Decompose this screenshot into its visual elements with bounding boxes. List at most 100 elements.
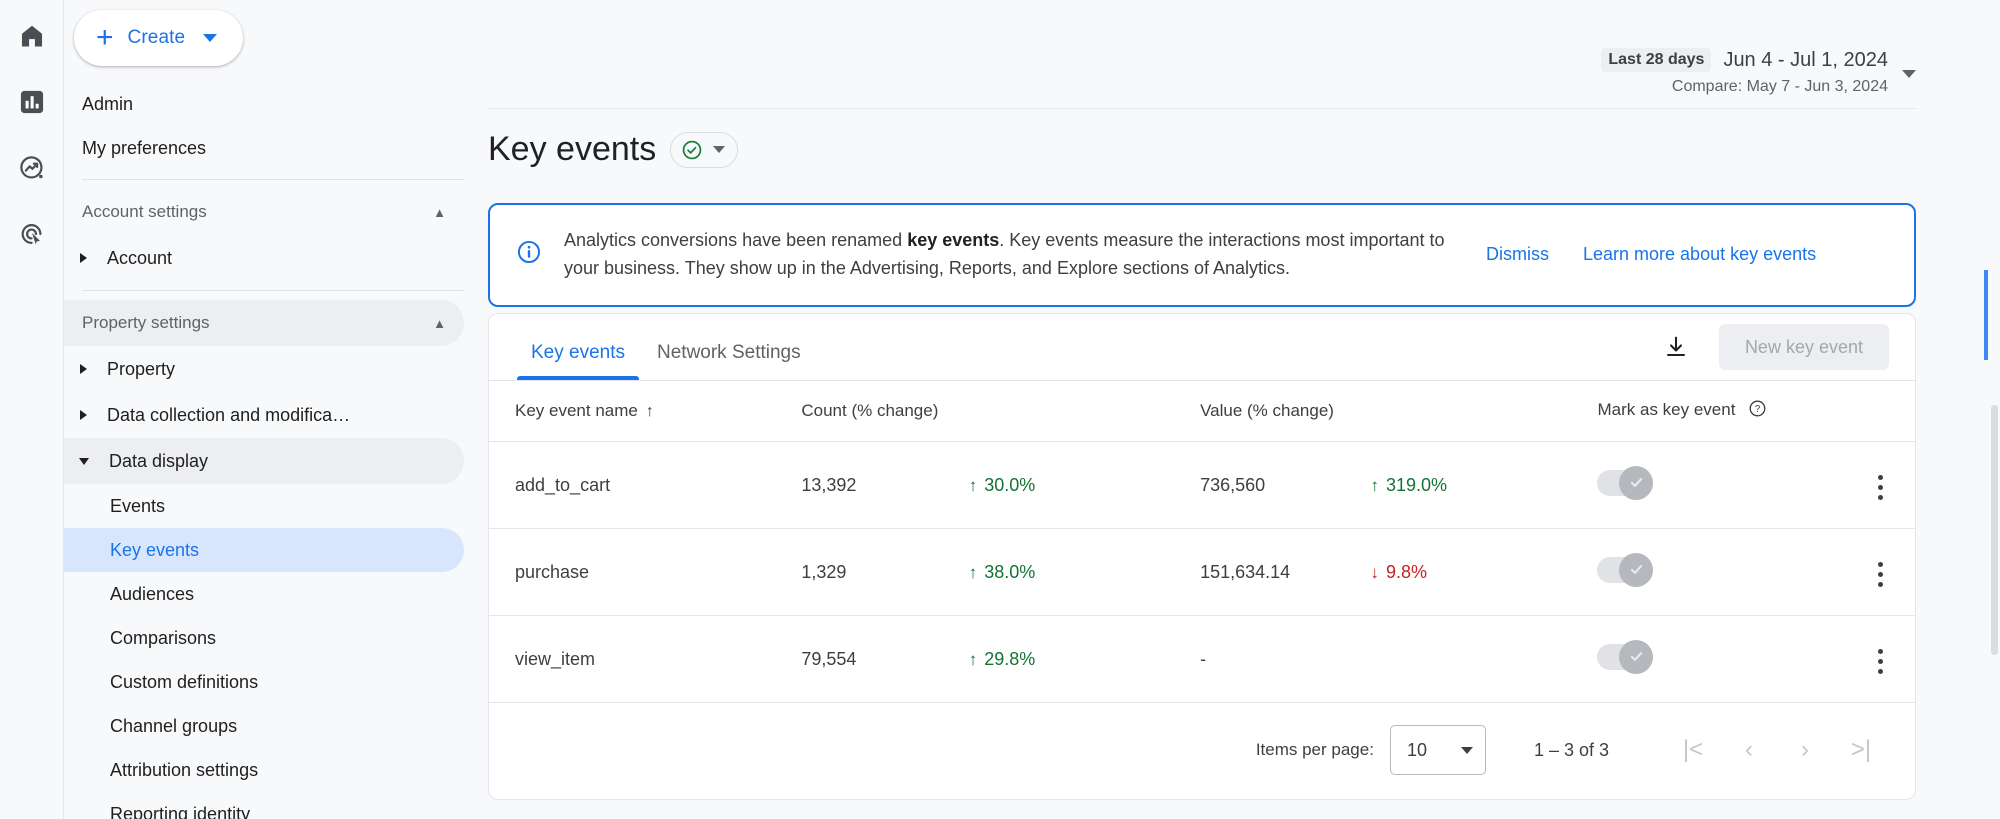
- sidebar-item-my-preferences[interactable]: My preferences: [64, 126, 464, 170]
- table-body: add_to_cart 13,392 ↑ 30.0% 736,560 ↑ 319…: [489, 441, 1915, 703]
- table-paginator: Items per page: 10 1 – 3 of 3 |< ‹ › >|: [489, 703, 1915, 799]
- sidebar-item-key-events-label: Key events: [110, 539, 200, 560]
- table-row[interactable]: view_item 79,554 ↑ 29.8% -: [489, 615, 1915, 703]
- sidebar-subitem-property-label: Property: [107, 358, 176, 379]
- mark-as-key-event-toggle[interactable]: [1597, 465, 1654, 500]
- next-page-button[interactable]: ›: [1777, 727, 1833, 773]
- explore-icon[interactable]: [12, 148, 52, 188]
- table-row[interactable]: add_to_cart 13,392 ↑ 30.0% 736,560 ↑ 319…: [489, 441, 1915, 529]
- new-key-event-button[interactable]: New key event: [1718, 324, 1889, 370]
- mark-as-key-event-toggle[interactable]: [1597, 552, 1654, 587]
- tab-key-events[interactable]: Key events: [515, 314, 641, 380]
- items-per-page-value: 10: [1406, 739, 1427, 760]
- row-more-options-icon[interactable]: [1872, 556, 1889, 593]
- triangle-down-icon: [79, 457, 89, 465]
- sidebar-item-events[interactable]: Events: [64, 484, 464, 528]
- delta-value: 29.8%: [984, 648, 1036, 669]
- delta-down: ↓ 9.8%: [1370, 562, 1427, 583]
- banner-text-bold: key events: [907, 230, 1000, 250]
- sort-ascending-icon: ↑: [645, 403, 654, 420]
- column-header-key-event-name[interactable]: Key event name ↑: [489, 381, 802, 442]
- tab-network-settings[interactable]: Network Settings: [641, 314, 817, 380]
- triangle-right-icon: [80, 253, 87, 263]
- check-circle-icon: [682, 140, 702, 159]
- column-header-value[interactable]: Value (% change): [1200, 381, 1598, 442]
- info-banner-text: Analytics conversions have been renamed …: [564, 227, 1464, 283]
- cell-count-change: ↑ 30.0%: [968, 441, 1201, 529]
- sidebar-item-comparisons[interactable]: Comparisons: [64, 616, 464, 660]
- delta-up: ↑ 29.8%: [969, 649, 1036, 670]
- sidebar-item-reporting-identity-label: Reporting identity: [110, 803, 251, 819]
- cell-count: 79,554: [801, 615, 969, 703]
- dismiss-button[interactable]: Dismiss: [1486, 244, 1549, 265]
- sidebar-subitem-data-display[interactable]: Data display: [64, 438, 464, 484]
- sidebar-item-attribution-settings[interactable]: Attribution settings: [64, 748, 464, 792]
- key-events-card: Key events Network Settings New key even…: [488, 313, 1916, 800]
- main-content: Last 28 days Jun 4 - Jul 1, 2024 Compare…: [488, 0, 2000, 819]
- key-event-status-badge[interactable]: [670, 131, 739, 168]
- create-button-wrap: + Create: [64, 0, 488, 82]
- banner-text-before: Analytics conversions have been renamed: [564, 230, 908, 250]
- arrow-up-icon: ↑: [968, 649, 978, 669]
- card-toolbar-actions: New key event: [1655, 324, 1889, 380]
- admin-sidebar: + Create Admin My preferences Account se…: [64, 0, 488, 819]
- delta-value: 30.0%: [984, 474, 1036, 495]
- mark-as-key-event-toggle[interactable]: [1597, 639, 1654, 674]
- sidebar-item-custom-definitions[interactable]: Custom definitions: [64, 660, 464, 704]
- column-header-actions: [1838, 381, 1915, 442]
- key-events-table: Key event name ↑ Count (% change) Value (…: [489, 381, 1915, 703]
- chevron-down-icon: [203, 34, 218, 42]
- download-icon[interactable]: [1655, 326, 1697, 368]
- chevron-down-icon: [1460, 746, 1473, 754]
- date-range-compare: Compare: May 7 - Jun 3, 2024: [1671, 78, 1888, 95]
- arrow-up-icon: ↑: [1370, 475, 1379, 495]
- card-toolbar: Key events Network Settings New key even…: [489, 314, 1915, 380]
- row-more-options-icon[interactable]: [1872, 643, 1889, 680]
- sidebar-subitem-property[interactable]: Property: [64, 346, 464, 392]
- arrow-up-icon: ↑: [968, 562, 978, 582]
- header-divider: [488, 108, 1916, 109]
- sidebar-item-admin[interactable]: Admin: [64, 82, 464, 126]
- previous-page-button[interactable]: ‹: [1721, 727, 1777, 773]
- column-header-count[interactable]: Count (% change): [801, 381, 1201, 442]
- cell-mark-toggle: [1597, 441, 1839, 529]
- page-scrollbar[interactable]: [1988, 0, 2000, 819]
- create-button[interactable]: + Create: [74, 10, 244, 66]
- cell-value-change: ↓ 9.8%: [1370, 528, 1598, 616]
- cell-value: -: [1200, 615, 1371, 703]
- cell-value: 736,560: [1200, 441, 1371, 529]
- cell-row-menu: [1838, 441, 1915, 529]
- last-page-button[interactable]: >|: [1833, 727, 1889, 773]
- column-header-key-event-name-label: Key event name: [515, 401, 638, 420]
- sidebar-subitem-data-display-label: Data display: [109, 450, 209, 471]
- sidebar-subitem-data-collection[interactable]: Data collection and modifica…: [64, 392, 464, 438]
- sidebar-item-key-events[interactable]: Key events: [64, 528, 464, 572]
- items-per-page-select[interactable]: 10: [1389, 725, 1486, 775]
- sidebar-subitem-account[interactable]: Account: [64, 235, 464, 281]
- tab-key-events-label: Key events: [531, 342, 625, 363]
- table-row[interactable]: purchase 1,329 ↑ 38.0% 151,634.14 ↓ 9.8%: [489, 528, 1915, 616]
- sidebar-item-reporting-identity[interactable]: Reporting identity: [64, 792, 464, 819]
- first-page-button[interactable]: |<: [1665, 727, 1721, 773]
- help-icon[interactable]: ?: [1748, 399, 1767, 423]
- advertising-icon[interactable]: [12, 214, 52, 254]
- sidebar-item-audiences[interactable]: Audiences: [64, 572, 464, 616]
- cell-value-change: ↑ 319.0%: [1370, 441, 1598, 529]
- date-range-value: Jun 4 - Jul 1, 2024: [1723, 48, 1888, 71]
- row-more-options-icon[interactable]: [1872, 469, 1889, 506]
- date-range-preset-chip: Last 28 days: [1601, 48, 1712, 72]
- chevron-down-icon: [1902, 70, 1916, 78]
- pagination-range: 1 – 3 of 3: [1533, 739, 1609, 760]
- scrollbar-thumb[interactable]: [1991, 405, 1998, 655]
- delta-up: ↑ 30.0%: [969, 475, 1036, 496]
- column-header-mark-label: Mark as key event: [1597, 400, 1736, 419]
- sidebar-group-account-settings[interactable]: Account settings ▲: [64, 189, 464, 235]
- toggle-knob: [1619, 552, 1654, 587]
- reports-icon[interactable]: [12, 82, 52, 122]
- cell-value-change: [1370, 615, 1598, 703]
- date-range-picker[interactable]: Last 28 days Jun 4 - Jul 1, 2024 Compare…: [1601, 48, 1916, 96]
- home-icon[interactable]: [12, 16, 52, 56]
- sidebar-group-property-settings[interactable]: Property settings ▲: [64, 300, 464, 346]
- learn-more-link[interactable]: Learn more about key events: [1583, 244, 1816, 265]
- sidebar-item-channel-groups[interactable]: Channel groups: [64, 704, 464, 748]
